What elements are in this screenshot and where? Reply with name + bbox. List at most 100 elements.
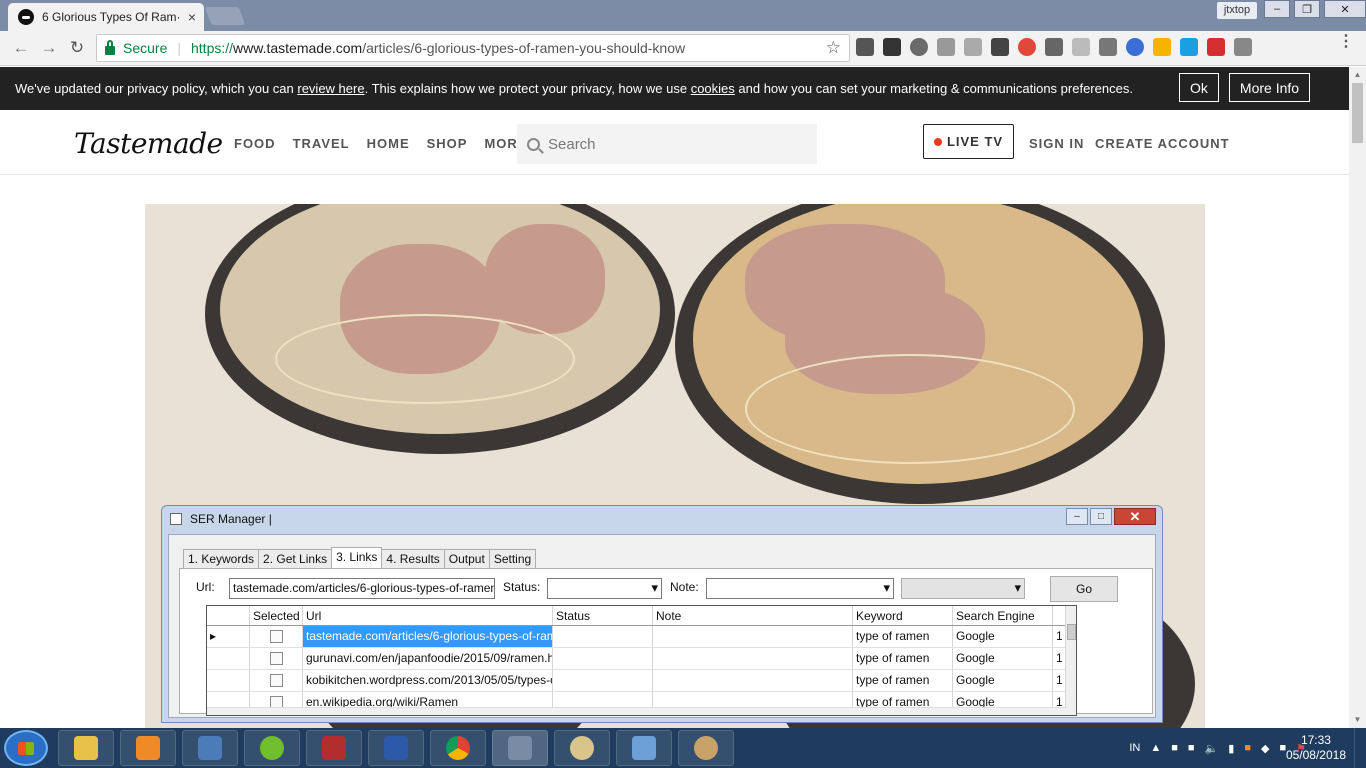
row-engine[interactable]: Google <box>953 648 1053 669</box>
tray-app-icon[interactable]: ■ <box>1188 742 1195 754</box>
create-account-link[interactable]: CREATE ACCOUNT <box>1095 136 1230 151</box>
row-engine[interactable]: Google <box>953 670 1053 691</box>
new-tab-button[interactable] <box>204 7 246 25</box>
close-window-button[interactable]: ✕ <box>1324 0 1366 18</box>
row-note[interactable] <box>653 648 853 669</box>
tab-setting[interactable]: Setting <box>488 549 537 568</box>
back-arrow-icon[interactable]: ← <box>10 37 32 59</box>
taskbar-app[interactable] <box>306 730 362 766</box>
filter-dropdown[interactable] <box>901 578 1025 599</box>
col-selected[interactable]: Selected <box>250 606 303 625</box>
row-note[interactable] <box>653 626 853 647</box>
table-row[interactable]: gurunavi.com/en/japanfoodie/2015/09/rame… <box>207 648 1067 670</box>
nav-shop[interactable]: SHOP <box>427 136 468 151</box>
privacy-ok-button[interactable]: Ok <box>1179 73 1219 102</box>
ser-maximize-button[interactable]: □ <box>1090 508 1112 525</box>
restore-button[interactable]: ❐ <box>1294 0 1320 18</box>
col-note[interactable]: Note <box>653 606 853 625</box>
taskbar-clock-app[interactable] <box>554 730 610 766</box>
extension-icon[interactable] <box>1018 38 1036 56</box>
extension-icon[interactable] <box>883 38 901 56</box>
tab-links[interactable]: 3. Links <box>331 547 383 568</box>
site-search-input[interactable]: Search <box>517 124 817 164</box>
tray-expand-icon[interactable]: ▲ <box>1150 742 1161 754</box>
row-url[interactable]: kobikitchen.wordpress.com/2013/05/05/typ… <box>303 670 553 691</box>
extension-icon[interactable] <box>1072 38 1090 56</box>
language-indicator[interactable]: IN <box>1129 742 1140 754</box>
address-bar[interactable]: Secure | https:// www.tastemade.com /art… <box>96 34 850 62</box>
extension-icon[interactable] <box>1207 38 1225 56</box>
row-status[interactable] <box>553 626 653 647</box>
taskbar-media-player[interactable] <box>120 730 176 766</box>
row-checkbox-cell[interactable] <box>250 648 303 669</box>
bookmark-star-icon[interactable]: ☆ <box>826 38 841 58</box>
taskbar-explorer[interactable] <box>58 730 114 766</box>
scroll-thumb[interactable] <box>1352 83 1363 143</box>
row-checkbox[interactable] <box>269 652 283 665</box>
dropbox-icon[interactable]: ◆ <box>1261 742 1269 755</box>
tab-output[interactable]: Output <box>443 549 490 568</box>
extension-icon[interactable] <box>991 38 1009 56</box>
extension-icon[interactable] <box>1180 38 1198 56</box>
taskbar-utorrent[interactable] <box>244 730 300 766</box>
row-checkbox-cell[interactable] <box>250 626 303 647</box>
row-keyword[interactable]: type of ramen <box>853 626 953 647</box>
row-url[interactable]: gurunavi.com/en/japanfoodie/2015/09/rame… <box>303 648 553 669</box>
profile-button[interactable]: jtxtop <box>1217 2 1257 19</box>
row-checkbox-cell[interactable] <box>250 670 303 691</box>
tray-app-icon[interactable]: ■ <box>1171 742 1178 754</box>
grid-horizontal-scrollbar[interactable] <box>207 707 1067 715</box>
extension-icon[interactable] <box>937 38 955 56</box>
scroll-down-icon[interactable]: ▼ <box>1349 712 1366 728</box>
show-desktop-button[interactable] <box>1354 728 1366 768</box>
live-tv-button[interactable]: LIVE TV <box>923 124 1014 159</box>
tastemade-logo[interactable]: Tastemade <box>74 127 223 160</box>
review-here-link[interactable]: review here <box>297 81 364 96</box>
ser-title-bar[interactable]: SER Manager | <box>170 512 272 526</box>
cookies-link[interactable]: cookies <box>691 81 735 96</box>
row-engine[interactable]: Google <box>953 626 1053 647</box>
ser-close-button[interactable]: ✕ <box>1114 508 1156 525</box>
row-note[interactable] <box>653 670 853 691</box>
volume-icon[interactable]: 🔈 <box>1205 742 1219 755</box>
table-row[interactable]: ▸ tastemade.com/articles/6-glorious-type… <box>207 626 1067 648</box>
network-icon[interactable]: ▮ <box>1228 742 1234 755</box>
col-url[interactable]: Url <box>303 606 553 625</box>
extension-icon[interactable] <box>1045 38 1063 56</box>
browser-menu-icon[interactable]: ⋮ <box>1338 34 1354 50</box>
minimize-button[interactable]: – <box>1264 0 1290 18</box>
scroll-up-icon[interactable]: ▲ <box>1349 67 1366 83</box>
row-url[interactable]: tastemade.com/articles/6-glorious-types-… <box>303 626 553 647</box>
taskbar-paint[interactable] <box>678 730 734 766</box>
extension-icon[interactable] <box>856 38 874 56</box>
forward-arrow-icon[interactable]: → <box>38 37 60 59</box>
browser-tab[interactable]: 6 Glorious Types Of Ram· × <box>8 3 204 31</box>
extension-icon[interactable] <box>1099 38 1117 56</box>
table-row[interactable]: kobikitchen.wordpress.com/2013/05/05/typ… <box>207 670 1067 692</box>
col-status[interactable]: Status <box>553 606 653 625</box>
col-search-engine[interactable]: Search Engine <box>953 606 1053 625</box>
extension-icon[interactable] <box>1234 38 1252 56</box>
nav-food[interactable]: FOOD <box>234 136 276 151</box>
row-keyword[interactable]: type of ramen <box>853 670 953 691</box>
go-button[interactable]: Go <box>1050 576 1118 602</box>
taskbar-app[interactable] <box>616 730 672 766</box>
taskbar-app[interactable] <box>182 730 238 766</box>
nav-home[interactable]: HOME <box>367 136 410 151</box>
row-status[interactable] <box>553 648 653 669</box>
pocket-icon[interactable] <box>910 38 928 56</box>
grid-vertical-scrollbar[interactable] <box>1065 606 1076 715</box>
taskbar-ser-manager[interactable] <box>492 730 548 766</box>
reload-icon[interactable]: ↻ <box>66 37 88 59</box>
taskbar-clock[interactable]: 17:33 05/08/2018 <box>1286 733 1346 763</box>
tray-app-icon[interactable]: ■ <box>1244 742 1251 754</box>
start-button[interactable] <box>4 730 48 766</box>
url-field[interactable]: tastemade.com/articles/6-glorious-types-… <box>229 578 495 599</box>
extension-icon[interactable] <box>964 38 982 56</box>
row-keyword[interactable]: type of ramen <box>853 648 953 669</box>
tab-get-links[interactable]: 2. Get Links <box>258 549 333 568</box>
grid-scroll-thumb[interactable] <box>1067 624 1076 640</box>
row-checkbox[interactable] <box>269 630 283 643</box>
row-checkbox[interactable] <box>269 674 283 687</box>
note-dropdown[interactable] <box>706 578 894 599</box>
